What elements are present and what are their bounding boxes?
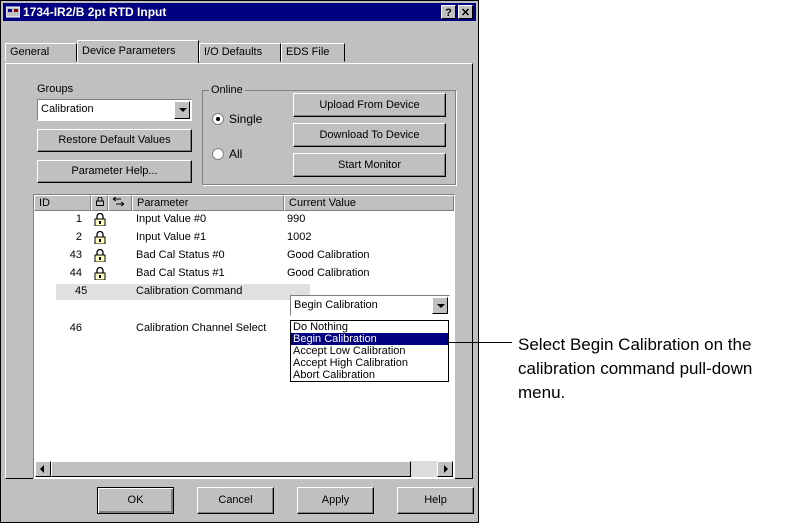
header-current-value[interactable]: Current Value: [284, 195, 454, 211]
header-lock[interactable]: [91, 195, 108, 211]
row-id: 43: [69, 249, 82, 261]
calibration-command-value: Begin Calibration: [294, 299, 378, 311]
help-button[interactable]: Help: [397, 487, 474, 514]
row-value: Good Calibration: [287, 249, 370, 261]
table-row[interactable]: 43 Bad Cal Status #0 Good Calibration: [34, 248, 454, 264]
row-parameter: Input Value #1: [136, 231, 207, 243]
groups-value: Calibration: [41, 103, 94, 115]
lock-icon: [94, 267, 106, 280]
title-bar[interactable]: 1734-IR2/B 2pt RTD Input ? ✕: [3, 3, 476, 21]
table-row[interactable]: 1 Input Value #0 990: [34, 212, 454, 228]
row-id: 46: [69, 322, 82, 334]
row-id: 2: [75, 231, 82, 243]
option-do-nothing[interactable]: Do Nothing: [291, 321, 448, 333]
option-abort-calibration[interactable]: Abort Calibration: [291, 369, 448, 381]
option-begin-calibration[interactable]: Begin Calibration: [291, 333, 448, 345]
device-icon: [6, 6, 20, 18]
single-label: Single: [229, 112, 263, 126]
header-monitor[interactable]: [108, 195, 132, 211]
tab-device-parameters[interactable]: Device Parameters: [77, 40, 199, 63]
row-value: 1002: [287, 231, 312, 243]
row-parameter: Bad Cal Status #0: [136, 249, 225, 261]
groups-label: Groups: [37, 83, 74, 95]
table-row[interactable]: 2 Input Value #1 1002: [34, 230, 454, 246]
ok-button[interactable]: OK: [97, 487, 174, 514]
header-parameter[interactable]: Parameter: [132, 195, 284, 211]
callout-leader-line: [448, 342, 512, 343]
table-row-selected[interactable]: 45 Calibration Command: [56, 284, 310, 300]
tab-io-defaults[interactable]: I/O Defaults: [199, 43, 281, 62]
restore-default-values-button[interactable]: Restore Default Values: [37, 129, 192, 152]
row-id: 1: [75, 213, 82, 225]
parameter-help-button[interactable]: Parameter Help...: [37, 160, 192, 183]
start-monitor-button[interactable]: Start Monitor: [293, 153, 446, 177]
row-parameter: Calibration Channel Select: [136, 322, 267, 334]
calibration-command-select[interactable]: Begin Calibration: [290, 295, 450, 316]
row-value: Good Calibration: [287, 267, 370, 279]
chevron-down-icon[interactable]: [174, 101, 190, 119]
tab-general[interactable]: General: [5, 43, 77, 62]
apply-button[interactable]: Apply: [297, 487, 374, 514]
option-accept-high-calibration[interactable]: Accept High Calibration: [291, 357, 448, 369]
window-title: 1734-IR2/B 2pt RTD Input: [23, 5, 167, 19]
groups-select[interactable]: Calibration: [37, 99, 192, 121]
header-id[interactable]: ID: [34, 195, 91, 211]
lock-icon: [94, 213, 106, 226]
calibration-command-options[interactable]: Do Nothing Begin Calibration Accept Low …: [290, 320, 449, 382]
horizontal-scrollbar[interactable]: [35, 461, 453, 477]
upload-from-device-button[interactable]: Upload From Device: [293, 93, 446, 117]
lock-icon: [94, 249, 106, 262]
rtd-input-dialog: 1734-IR2/B 2pt RTD Input ? ✕ General Dev…: [0, 0, 479, 523]
online-label: Online: [209, 84, 245, 96]
option-accept-low-calibration[interactable]: Accept Low Calibration: [291, 345, 448, 357]
row-id: 44: [69, 267, 82, 279]
help-title-button[interactable]: ?: [441, 5, 456, 19]
monitor-header-icon: [112, 196, 125, 207]
row-parameter: Bad Cal Status #1: [136, 267, 225, 279]
all-label: All: [229, 147, 243, 161]
lock-icon: [94, 231, 106, 244]
row-value: 990: [287, 213, 306, 225]
scroll-left-icon[interactable]: [35, 461, 51, 477]
tab-strip: General Device Parameters I/O Defaults E…: [5, 40, 475, 63]
row-id: 45: [75, 285, 88, 297]
download-to-device-button[interactable]: Download To Device: [293, 123, 446, 147]
cancel-button[interactable]: Cancel: [197, 487, 274, 514]
row-parameter: Input Value #0: [136, 213, 207, 225]
close-icon[interactable]: ✕: [458, 5, 473, 19]
list-header: ID Parameter Current Value: [34, 195, 454, 211]
tab-eds-file[interactable]: EDS File: [281, 43, 345, 62]
chevron-down-icon[interactable]: [432, 297, 448, 314]
scroll-right-icon[interactable]: [437, 461, 453, 477]
callout-text: Select Begin Calibration on the calibrat…: [518, 335, 753, 402]
table-row[interactable]: 44 Bad Cal Status #1 Good Calibration: [34, 266, 454, 282]
all-radio[interactable]: [212, 148, 224, 160]
single-radio[interactable]: [212, 113, 224, 125]
scroll-thumb[interactable]: [51, 461, 411, 477]
row-parameter: Calibration Command: [136, 285, 243, 297]
lock-header-icon: [96, 196, 104, 206]
